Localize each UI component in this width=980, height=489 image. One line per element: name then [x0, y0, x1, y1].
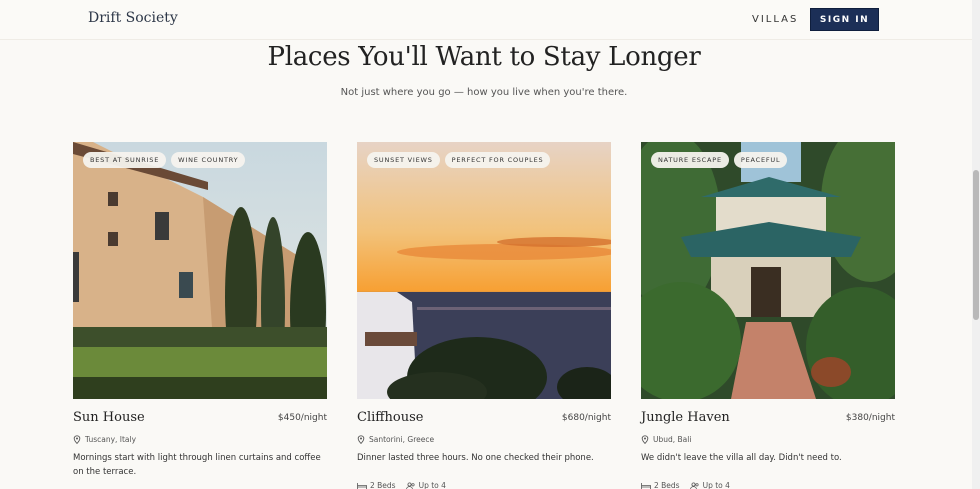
guests-count: Up to 4 [702, 481, 730, 489]
tag-badge: WINE COUNTRY [171, 152, 246, 168]
villa-location-text: Ubud, Bali [653, 434, 692, 444]
villa-location: Ubud, Bali [641, 433, 895, 445]
villa-photo-santorini[interactable]: SUNSET VIEWS PERFECT FOR COUPLES [357, 142, 611, 399]
villa-meta: 2 Beds Up to 4 [357, 481, 611, 489]
page-title: Places You'll Want to Stay Longer [267, 42, 701, 72]
villa-name[interactable]: Jungle Haven [641, 410, 730, 425]
top-navigation: Drift Society VILLAS SIGN IN [0, 0, 972, 40]
tag-list: BEST AT SUNRISE WINE COUNTRY [83, 152, 246, 168]
villa-card-jungle-haven[interactable]: NATURE ESCAPE PEACEFUL Jungle Haven $380… [641, 142, 895, 489]
villa-location: Santorini, Greece [357, 433, 611, 445]
villa-description: Mornings start with light through linen … [73, 453, 321, 477]
beds-count: 2 Beds [370, 481, 396, 489]
villa-photo-bali[interactable]: NATURE ESCAPE PEACEFUL [641, 142, 895, 399]
villa-meta: 2 Beds Up to 4 [641, 481, 895, 489]
villa-name[interactable]: Sun House [73, 410, 145, 425]
nav-villas-link[interactable]: VILLAS [752, 14, 798, 25]
tag-badge: PERFECT FOR COUPLES [444, 152, 551, 168]
guests-icon [689, 481, 700, 489]
villa-price: $450/night [277, 413, 327, 423]
tag-badge: PEACEFUL [733, 152, 788, 168]
bed-icon [641, 482, 651, 489]
tag-badge: SUNSET VIEWS [367, 152, 440, 168]
villa-price: $680/night [561, 413, 611, 423]
page-subtitle: Not just where you go — how you live whe… [340, 87, 628, 98]
villa-price: $380/night [845, 413, 895, 423]
location-pin-icon [357, 434, 365, 444]
tag-list: SUNSET VIEWS PERFECT FOR COUPLES [367, 152, 551, 168]
location-pin-icon [73, 434, 81, 444]
beds-count: 2 Beds [654, 481, 680, 489]
tag-badge: NATURE ESCAPE [651, 152, 729, 168]
villa-description: Dinner lasted three hours. No one checke… [357, 453, 594, 463]
guests-count: Up to 4 [418, 481, 446, 489]
sign-in-button[interactable]: SIGN IN [810, 8, 879, 31]
villa-card-sun-house[interactable]: BEST AT SUNRISE WINE COUNTRY Sun House $… [73, 142, 327, 481]
villa-location-text: Tuscany, Italy [85, 434, 137, 444]
location-pin-icon [641, 434, 649, 444]
bed-icon [357, 482, 367, 489]
villa-card-cliffhouse[interactable]: SUNSET VIEWS PERFECT FOR COUPLES Cliffho… [357, 142, 611, 489]
guests-icon [405, 481, 416, 489]
villa-location-text: Santorini, Greece [369, 434, 435, 444]
scrollbar-thumb[interactable] [973, 170, 979, 320]
villa-name[interactable]: Cliffhouse [357, 410, 423, 425]
tag-list: NATURE ESCAPE PEACEFUL [651, 152, 788, 168]
villa-location: Tuscany, Italy [73, 433, 327, 445]
villa-photo-tuscany[interactable]: BEST AT SUNRISE WINE COUNTRY [73, 142, 327, 399]
brand-logo[interactable]: Drift Society [88, 10, 178, 26]
page-scrollbar[interactable] [972, 0, 980, 489]
villa-description: We didn't leave the villa all day. Didn'… [641, 453, 842, 463]
tag-badge: BEST AT SUNRISE [83, 152, 167, 168]
